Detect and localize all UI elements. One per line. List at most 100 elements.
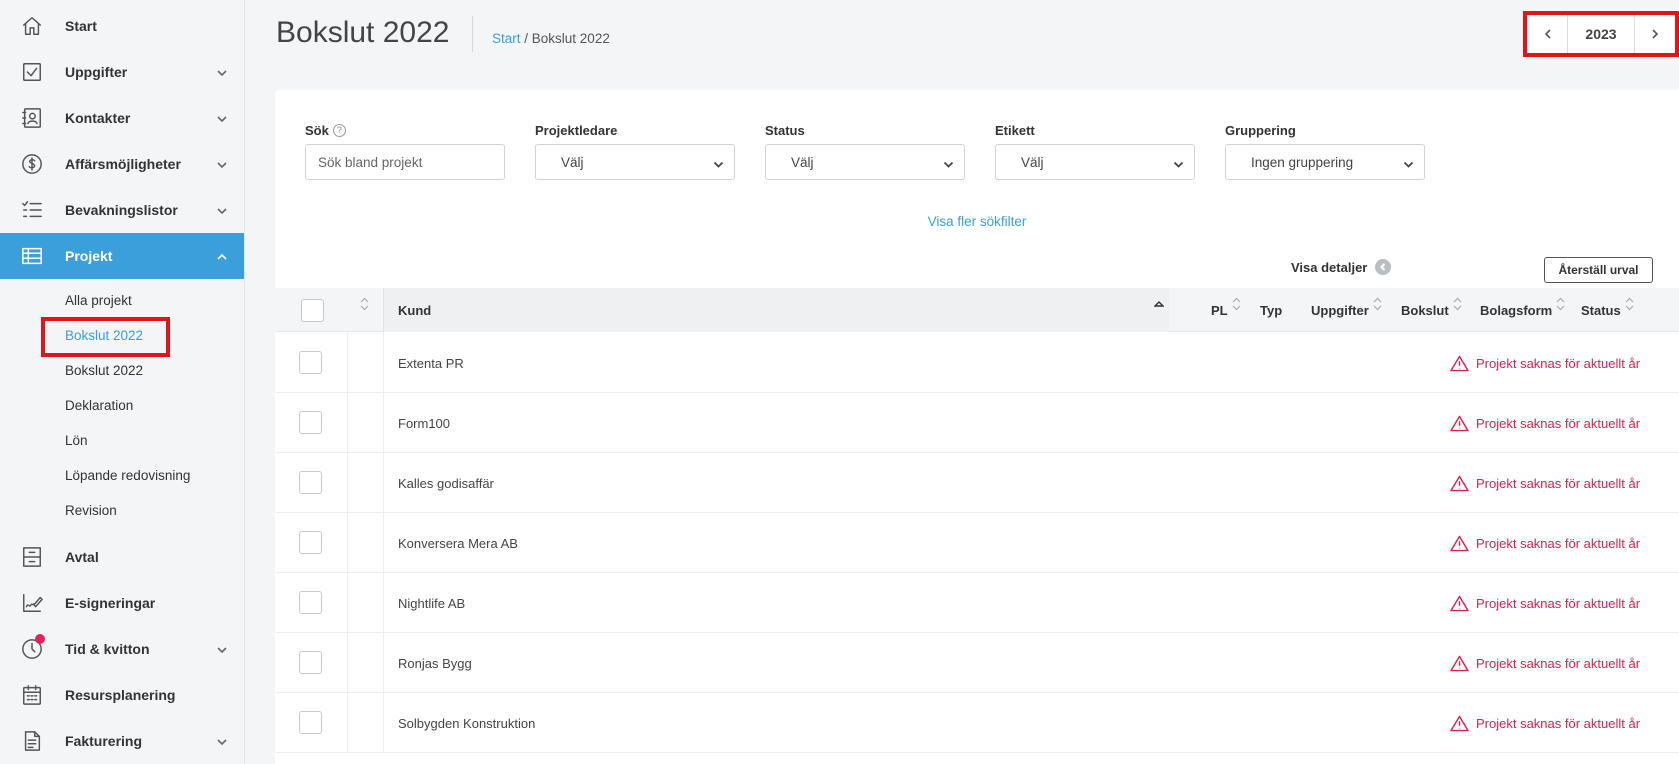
gruppering-select[interactable]: Ingen gruppering	[1225, 144, 1425, 180]
col-kund[interactable]: Kund	[398, 288, 431, 332]
row-kund: Konversera Mera AB	[398, 535, 518, 551]
table-row[interactable]: Ronjas Bygg Projekt saknas för aktuellt å…	[275, 633, 1679, 693]
table-row[interactable]: Form100 Projekt saknas för aktuellt år	[275, 393, 1679, 453]
row-checkbox[interactable]	[299, 471, 322, 494]
table-icon	[20, 244, 44, 268]
help-icon[interactable]: ?	[332, 123, 346, 137]
warning-icon	[1450, 595, 1469, 611]
row-kund: Form100	[398, 415, 451, 431]
select-all-checkbox[interactable]	[301, 298, 324, 322]
breadcrumb-start-link[interactable]: Start	[492, 31, 521, 46]
nav-label: Kontakter	[65, 110, 131, 126]
nav-label: Fakturering	[65, 733, 143, 749]
status-filter: Status Välj	[765, 122, 965, 180]
col-status[interactable]: Status	[1581, 288, 1634, 332]
nav-affarsmojligheter[interactable]: Affärsmöjligheter	[0, 141, 244, 187]
nav-tid-kvitton[interactable]: Tid & kvitton	[0, 626, 244, 672]
sort-column-button[interactable]	[360, 288, 369, 332]
status-select[interactable]: Välj	[765, 144, 965, 180]
gruppering-filter: Gruppering Ingen gruppering	[1225, 122, 1425, 180]
projects-card: Sök? Projektledare Välj Status Välj Etik…	[275, 90, 1679, 764]
etikett-label: Etikett	[995, 122, 1035, 138]
search-input[interactable]	[305, 144, 505, 180]
row-checkbox[interactable]	[299, 591, 322, 614]
reset-selection-button[interactable]: Återställ urval	[1544, 257, 1653, 283]
projektledare-select[interactable]: Välj	[535, 144, 735, 180]
nav-bevakningslistor[interactable]: Bevakningslistor	[0, 187, 244, 233]
chevron-left-circle-icon	[1375, 259, 1392, 275]
chevron-down-icon	[216, 158, 228, 170]
subnav-bokslut-2022[interactable]: Bokslut 2022	[0, 353, 244, 388]
chevron-down-icon	[943, 158, 954, 169]
table-row[interactable]: Kalles godisaffär Projekt saknas för aktu…	[275, 453, 1679, 513]
sort-icon	[1556, 297, 1565, 311]
projektledare-filter: Projektledare Välj	[535, 122, 735, 180]
subnav-deklaration[interactable]: Deklaration	[0, 388, 244, 423]
missing-project-warning: Projekt saknas för aktuellt år	[1450, 513, 1640, 573]
row-checkbox[interactable]	[299, 531, 322, 554]
nav-label: Uppgifter	[65, 64, 128, 80]
nav-projekt[interactable]: Projekt	[0, 233, 244, 279]
missing-project-warning: Projekt saknas för aktuellt år	[1450, 393, 1640, 453]
table-row[interactable]: Extenta PR Projekt saknas för aktuellt år	[275, 333, 1679, 393]
chevron-down-icon	[1403, 158, 1414, 169]
nav-kontakter[interactable]: Kontakter	[0, 95, 244, 141]
chevron-down-icon	[216, 735, 228, 747]
signature-icon	[20, 591, 44, 615]
cabinet-icon	[20, 545, 44, 569]
more-filters-link[interactable]: Visa fler sökfilter	[275, 214, 1679, 229]
sort-icon	[1453, 297, 1462, 311]
row-checkbox[interactable]	[299, 711, 322, 734]
missing-project-warning: Projekt saknas för aktuellt år	[1450, 633, 1640, 693]
sort-icon	[1373, 297, 1382, 311]
subnav-bokslut-2022-current[interactable]: Bokslut 2022	[0, 317, 244, 357]
show-details-toggle[interactable]: Visa detaljer	[1291, 259, 1392, 275]
row-checkbox[interactable]	[299, 351, 322, 374]
nav-uppgifter[interactable]: Uppgifter	[0, 49, 244, 95]
breadcrumb-current: Bokslut 2022	[531, 31, 610, 46]
missing-project-warning: Projekt saknas för aktuellt år	[1450, 693, 1640, 753]
nav-start[interactable]: Start	[0, 3, 244, 49]
col-bolagsform[interactable]: Bolagsform	[1480, 288, 1565, 332]
warning-icon	[1450, 415, 1469, 431]
table-row[interactable]: Konversera Mera AB Projekt saknas för akt…	[275, 513, 1679, 573]
sidebar: Start Uppgifter Kontakter Affärsmöjlighe…	[0, 0, 245, 764]
highlight-box	[41, 317, 170, 357]
nav-fakturering[interactable]: Fakturering	[0, 718, 244, 764]
document-icon	[20, 729, 44, 753]
nav-label: Avtal	[65, 549, 99, 565]
row-checkbox[interactable]	[299, 651, 322, 674]
row-kund: Ronjas Bygg	[398, 655, 472, 671]
home-icon	[20, 14, 44, 38]
chevron-up-icon	[216, 250, 228, 262]
etikett-select[interactable]: Välj	[995, 144, 1195, 180]
nav-label: Affärsmöjligheter	[65, 156, 181, 172]
subnav-lon[interactable]: Lön	[0, 423, 244, 458]
next-year-button[interactable]	[1635, 15, 1675, 53]
row-checkbox[interactable]	[299, 411, 322, 434]
table-row[interactable]: Nightlife AB Projekt saknas för aktuellt …	[275, 573, 1679, 633]
title-divider	[472, 16, 473, 52]
contact-card-icon	[20, 106, 44, 130]
col-uppgifter[interactable]: Uppgifter	[1311, 288, 1382, 332]
table-header: Kund PL Typ Uppgifter Bokslut Bolagsform…	[275, 288, 1679, 332]
col-bokslut[interactable]: Bokslut	[1401, 288, 1462, 332]
subnav-lopande-redovisning[interactable]: Löpande redovisning	[0, 458, 244, 493]
prev-year-button[interactable]	[1527, 15, 1567, 53]
missing-project-warning: Projekt saknas för aktuellt år	[1450, 453, 1640, 513]
subnav-revision[interactable]: Revision	[0, 493, 244, 528]
checklist-icon	[20, 198, 44, 222]
sort-icon	[1625, 297, 1634, 311]
nav-resursplanering[interactable]: Resursplanering	[0, 672, 244, 718]
year-selector: 2023	[1523, 11, 1679, 57]
chevron-down-icon	[216, 66, 228, 78]
col-typ[interactable]: Typ	[1260, 288, 1282, 332]
warning-text: Projekt saknas för aktuellt år	[1476, 415, 1641, 431]
nav-avtal[interactable]: Avtal	[0, 534, 244, 580]
sort-asc-icon[interactable]	[1154, 282, 1164, 326]
col-pl[interactable]: PL	[1211, 288, 1241, 332]
nav-e-signeringar[interactable]: E-signeringar	[0, 580, 244, 626]
table-row[interactable]: Solbygden Konstruktion Projekt saknas för…	[275, 693, 1679, 753]
subnav-alla-projekt[interactable]: Alla projekt	[0, 283, 244, 318]
warning-text: Projekt saknas för aktuellt år	[1476, 715, 1641, 731]
